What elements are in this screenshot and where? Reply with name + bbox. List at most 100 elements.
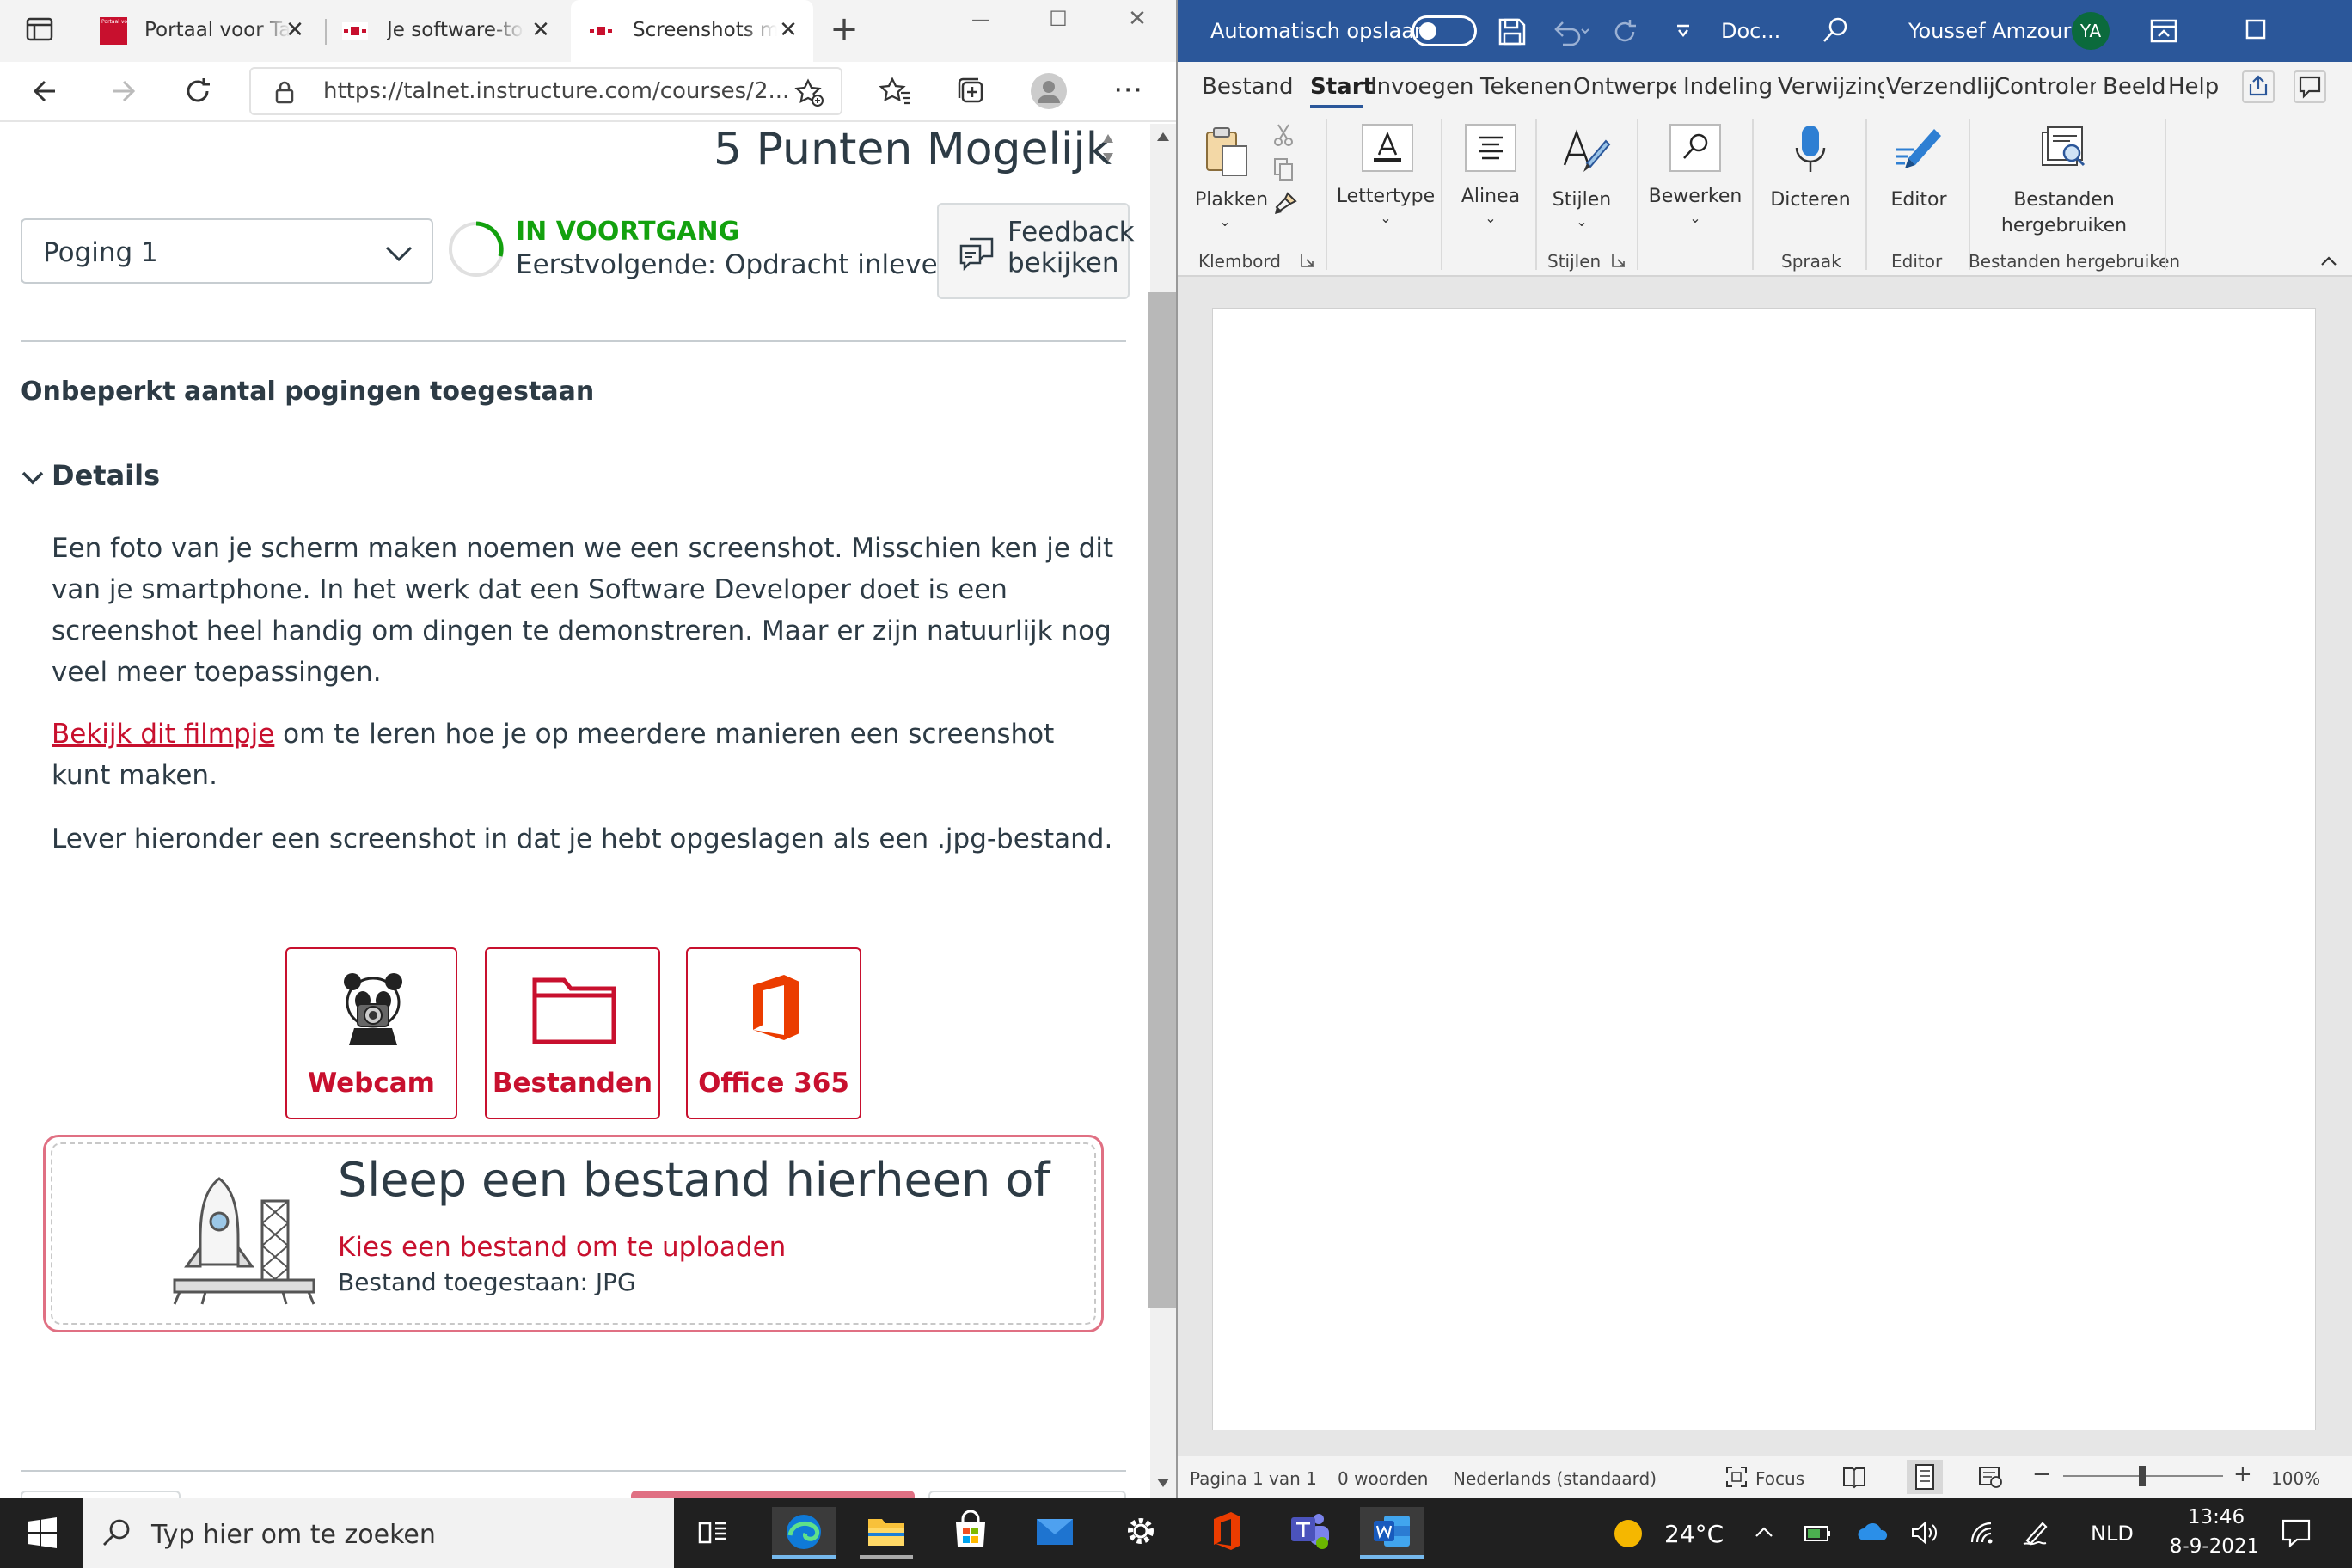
user-avatar[interactable]: YA: [2072, 12, 2110, 50]
editor-button[interactable]: Editor: [1871, 120, 1967, 232]
tab-bestand[interactable]: Bestand: [1202, 74, 1294, 100]
settings-gear-icon[interactable]: [1109, 1507, 1173, 1559]
user-name[interactable]: Youssef Amzour: [1908, 19, 2071, 43]
share-icon[interactable]: [2242, 70, 2275, 103]
favorites-icon[interactable]: [879, 74, 913, 108]
lock-icon[interactable]: [273, 79, 296, 105]
footer-button-submit[interactable]: [631, 1491, 915, 1498]
search-icon[interactable]: [1821, 15, 1850, 45]
copy-icon[interactable]: [1272, 156, 1295, 182]
save-icon[interactable]: [1498, 17, 1527, 46]
scrollbar-thumb[interactable]: [1148, 292, 1176, 1308]
focus-label[interactable]: Focus: [1755, 1468, 1804, 1489]
volume-icon[interactable]: [1910, 1520, 1939, 1546]
language-status[interactable]: Nederlands (standaard): [1453, 1468, 1657, 1489]
tab-verzendlijsten[interactable]: Verzendlijsten: [1886, 74, 1994, 100]
collapse-ribbon-icon[interactable]: [2319, 254, 2338, 268]
address-bar[interactable]: https://talnet.instructure.com/courses/2…: [249, 67, 842, 115]
dictate-button[interactable]: Dicteren: [1759, 120, 1862, 232]
webcam-upload-button[interactable]: Webcam: [285, 947, 457, 1119]
tab-tekenen[interactable]: Tekenen: [1480, 74, 1572, 100]
ribbon-display-icon[interactable]: [2149, 17, 2178, 45]
feedback-button[interactable]: Feedback bekijken: [937, 203, 1135, 299]
file-dropzone[interactable]: Sleep een bestand hierheen of Kies een b…: [43, 1135, 1104, 1332]
notification-center-icon[interactable]: [2280, 1516, 2312, 1549]
taskbar-search-box[interactable]: Typ hier om te zoeken: [83, 1498, 674, 1568]
edge-taskbar-icon[interactable]: [772, 1507, 836, 1559]
battery-icon[interactable]: [1804, 1520, 1833, 1546]
cut-icon[interactable]: [1272, 122, 1295, 148]
zoom-in-icon[interactable]: +: [2233, 1461, 2252, 1487]
document-title[interactable]: Doc...: [1721, 19, 1780, 43]
close-tab-icon[interactable]: ✕: [530, 17, 552, 43]
web-layout-icon[interactable]: [1977, 1465, 2003, 1489]
input-language[interactable]: NLD: [2091, 1522, 2134, 1546]
tab-help[interactable]: Help: [2168, 74, 2219, 100]
tab-start[interactable]: Start: [1310, 74, 1374, 100]
scroll-up-icon[interactable]: [1157, 132, 1169, 141]
collections-icon[interactable]: [954, 74, 989, 108]
format-painter-icon[interactable]: [1272, 191, 1298, 217]
weather-sun-icon[interactable]: [1614, 1520, 1642, 1547]
editing-button[interactable]: Bewerken ⌄: [1642, 120, 1749, 232]
footer-button-right[interactable]: [928, 1491, 1126, 1498]
zoom-out-icon[interactable]: −: [2032, 1461, 2051, 1487]
onedrive-cloud-icon[interactable]: [1857, 1522, 1890, 1542]
tab-invoegen[interactable]: Invoegen: [1370, 74, 1473, 100]
profile-avatar-icon[interactable]: [1030, 72, 1068, 110]
tab-beeld[interactable]: Beeld: [2103, 74, 2166, 100]
styles-button[interactable]: Stijlen ⌄: [1542, 120, 1621, 232]
more-menu-icon[interactable]: ⋯: [1111, 72, 1145, 107]
tab-actions-icon[interactable]: [24, 14, 58, 48]
maximize-button[interactable]: ☐: [1037, 2, 1080, 36]
tab-software-tools[interactable]: Je software-tools ✕: [328, 0, 566, 62]
weather-temperature[interactable]: 24°C: [1664, 1520, 1724, 1548]
new-tab-button[interactable]: +: [825, 12, 863, 50]
minimize-button[interactable]: —: [959, 3, 1002, 38]
attempt-select[interactable]: Poging 1: [21, 218, 433, 284]
dialog-launcher-icon[interactable]: [1611, 253, 1626, 268]
refresh-icon[interactable]: [181, 74, 215, 108]
store-icon[interactable]: [939, 1507, 1002, 1559]
zoom-slider[interactable]: [2063, 1466, 2223, 1486]
tab-verwijzingen[interactable]: Verwijzingen: [1778, 74, 1884, 100]
task-view-icon[interactable]: [696, 1516, 729, 1549]
footer-button-left[interactable]: [21, 1491, 181, 1498]
read-mode-icon[interactable]: [1841, 1465, 1867, 1489]
autosave-toggle[interactable]: [1412, 15, 1477, 46]
windows-start-icon[interactable]: [26, 1516, 58, 1549]
zoom-slider-thumb[interactable]: [2139, 1466, 2146, 1486]
choose-file-link[interactable]: Kies een bestand om te uploaden: [338, 1232, 786, 1263]
wifi-icon[interactable]: [1969, 1520, 1998, 1546]
tab-screenshots[interactable]: Screenshots maken ✕: [571, 0, 813, 62]
scroll-down-icon[interactable]: [1157, 1479, 1169, 1487]
pen-workspace-icon[interactable]: [2020, 1518, 2051, 1547]
details-toggle[interactable]: Details: [21, 459, 193, 497]
maximize-button[interactable]: [2244, 17, 2271, 45]
paste-button[interactable]: Plakken ⌄: [1195, 120, 1268, 232]
back-arrow-icon[interactable]: [29, 74, 64, 108]
focus-icon[interactable]: [1724, 1465, 1749, 1489]
video-link[interactable]: Bekijk dit filmpje: [52, 719, 274, 750]
clock-time[interactable]: 13:46: [2173, 1506, 2259, 1528]
forward-arrow-icon[interactable]: [105, 74, 139, 108]
reuse-files-button[interactable]: Bestanden hergebruiken: [1975, 120, 2153, 249]
mail-icon[interactable]: [1023, 1507, 1087, 1559]
print-layout-icon[interactable]: [1907, 1460, 1943, 1494]
teams-icon[interactable]: [1277, 1507, 1341, 1559]
office365-upload-button[interactable]: Office 365: [686, 947, 861, 1119]
tab-ontwerpen[interactable]: Ontwerpen: [1573, 74, 1676, 100]
comments-icon[interactable]: [2294, 70, 2326, 103]
word-count[interactable]: 0 woorden: [1338, 1468, 1428, 1489]
file-explorer-icon[interactable]: [854, 1507, 918, 1559]
clock-date[interactable]: 8-9-2021: [2154, 1535, 2275, 1558]
office-taskbar-icon[interactable]: [1191, 1507, 1255, 1559]
word-taskbar-icon[interactable]: [1360, 1507, 1424, 1559]
close-tab-icon[interactable]: ✕: [284, 17, 306, 43]
undo-icon[interactable]: [1551, 17, 1592, 46]
close-window-button[interactable]: ✕: [1116, 2, 1159, 36]
zoom-level[interactable]: 100%: [2271, 1468, 2320, 1489]
paragraph-button[interactable]: Alinea ⌄: [1448, 120, 1534, 232]
redo-icon[interactable]: [1611, 17, 1640, 46]
dialog-launcher-icon[interactable]: [1300, 253, 1315, 268]
